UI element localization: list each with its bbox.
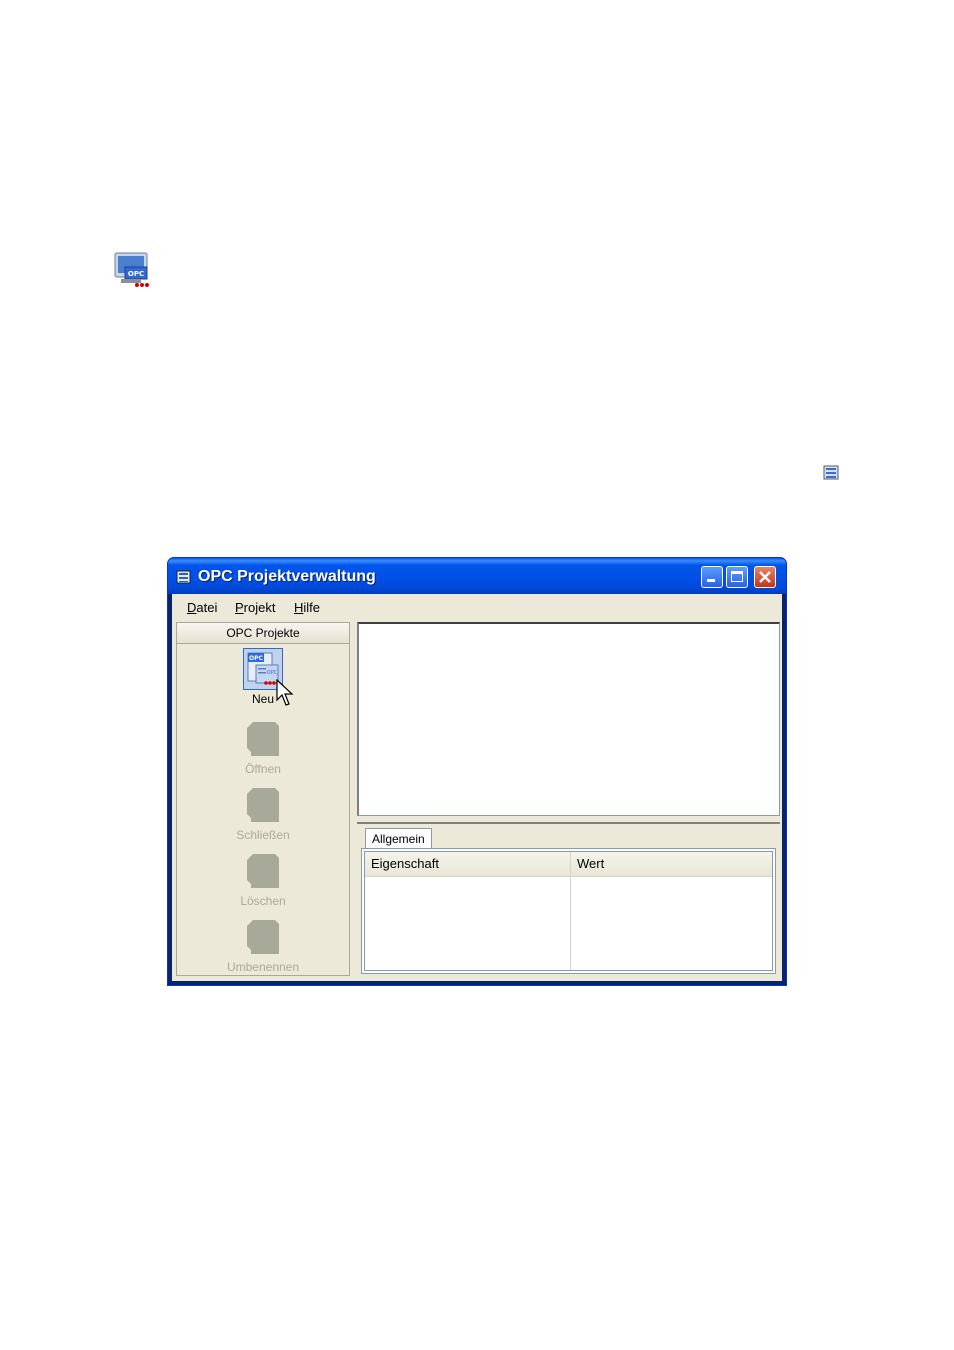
column-divider	[570, 876, 571, 970]
maximize-icon	[731, 571, 743, 582]
menu-projekt-label: rojekt	[243, 600, 276, 615]
opc-app-icon: OPC	[113, 251, 151, 289]
open-project-icon	[243, 718, 283, 760]
open-project-button[interactable]: Öffnen	[177, 718, 349, 776]
opc-projects-panel: OPC Projekte OPC OPC Neu Öffnen Schließe…	[176, 622, 350, 976]
menu-datei-mnemonic: D	[187, 600, 197, 615]
open-project-label: Öffnen	[245, 762, 281, 776]
column-header-eigenschaft[interactable]: Eigenschaft	[365, 852, 571, 876]
mouse-pointer-icon	[276, 678, 294, 707]
column-header-wert[interactable]: Wert	[571, 852, 772, 876]
delete-project-icon	[243, 850, 283, 892]
menu-bar: Datei Projekt Hilfe	[172, 594, 782, 620]
rename-project-label: Umbenennen	[226, 960, 300, 974]
window-title: OPC Projektverwaltung	[198, 568, 376, 585]
menu-datei[interactable]: Datei	[187, 600, 217, 615]
menu-hilfe[interactable]: Hilfe	[294, 600, 320, 615]
menu-projekt-mnemonic: P	[235, 600, 244, 615]
delete-project-button[interactable]: Löschen	[177, 850, 349, 908]
svg-text:OPC: OPC	[128, 270, 144, 278]
property-grid-header: Eigenschaft Wert	[365, 852, 772, 877]
close-project-label: Schließen	[236, 828, 290, 842]
minimize-button[interactable]	[701, 566, 723, 588]
new-project-button[interactable]: OPC OPC Neu	[177, 648, 349, 706]
properties-area: Allgemein Eigenschaft Wert	[357, 822, 780, 978]
menu-datei-label: atei	[196, 600, 218, 615]
svg-text:OPC: OPC	[267, 670, 278, 676]
opc-project-window: OPC Projektverwaltung Datei Projekt Hilf…	[167, 557, 787, 986]
tab-allgemein[interactable]: Allgemein	[365, 828, 432, 848]
minimize-icon	[707, 579, 715, 582]
svg-text:OPC: OPC	[249, 655, 263, 662]
menu-projekt[interactable]: Projekt	[235, 600, 275, 615]
rename-project-icon	[243, 916, 283, 958]
title-bar[interactable]: OPC Projektverwaltung	[168, 558, 786, 594]
opc-projects-header[interactable]: OPC Projekte	[177, 623, 349, 644]
menu-hilfe-label: ilfe	[303, 600, 321, 615]
close-icon	[755, 567, 775, 587]
close-project-button[interactable]: Schließen	[177, 784, 349, 842]
close-project-icon	[243, 784, 283, 826]
project-manager-icon	[822, 463, 842, 483]
window-app-icon[interactable]	[176, 570, 192, 586]
property-grid[interactable]: Eigenschaft Wert	[364, 851, 773, 971]
rename-project-button[interactable]: Umbenennen	[177, 916, 349, 974]
tab-panel-allgemein: Eigenschaft Wert	[361, 848, 776, 974]
menu-hilfe-mnemonic: H	[294, 600, 304, 615]
close-button[interactable]	[754, 566, 776, 588]
project-content-area[interactable]	[357, 622, 780, 816]
delete-project-label: Löschen	[240, 894, 286, 908]
maximize-button[interactable]	[726, 566, 748, 588]
new-project-label: Neu	[251, 692, 274, 706]
window-client-area: Datei Projekt Hilfe OPC Projekte OPC OPC	[172, 594, 782, 981]
